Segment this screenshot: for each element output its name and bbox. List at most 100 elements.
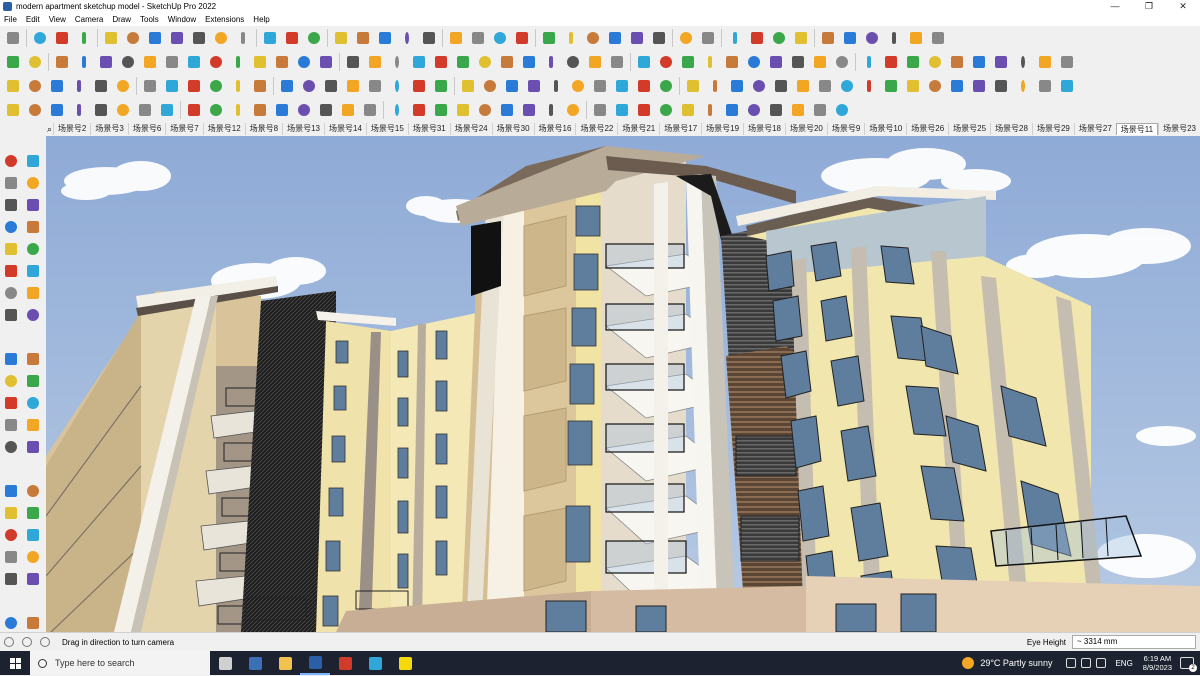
main-tool-icon[interactable]: [234, 29, 252, 47]
ext-tool-icon[interactable]: [723, 53, 741, 71]
plugin-tool-icon[interactable]: [728, 77, 746, 95]
modify-tool-icon[interactable]: [432, 101, 450, 119]
instructor-icon[interactable]: [40, 637, 50, 647]
move-icon[interactable]: [2, 350, 20, 368]
main-tool-icon[interactable]: [907, 29, 925, 47]
ext-tool-icon[interactable]: [388, 53, 406, 71]
modify-tool-icon[interactable]: [520, 101, 538, 119]
ext-tool-icon[interactable]: [432, 53, 450, 71]
main-tool-icon[interactable]: [4, 29, 22, 47]
modify-tool-icon[interactable]: [251, 101, 269, 119]
plugin-tool-icon[interactable]: [635, 77, 653, 95]
taskbar-app-calculator[interactable]: [240, 651, 270, 675]
tray-chevron-icon[interactable]: [1066, 658, 1077, 668]
ext-tool-icon[interactable]: [97, 53, 115, 71]
main-tool-icon[interactable]: [447, 29, 465, 47]
component-icon[interactable]: [2, 196, 20, 214]
ext-tool-icon[interactable]: [454, 53, 472, 71]
plugin-tool-icon[interactable]: [229, 77, 247, 95]
plugin-tool-icon[interactable]: [926, 77, 944, 95]
scene-tab[interactable]: 场景号16: [533, 123, 576, 135]
ext-tool-icon[interactable]: [992, 53, 1010, 71]
plugin-tool-icon[interactable]: [706, 77, 724, 95]
main-tool-icon[interactable]: [748, 29, 766, 47]
network-icon[interactable]: [1081, 658, 1092, 668]
search-icon[interactable]: ⌕: [46, 124, 53, 135]
main-tool-icon[interactable]: [562, 29, 580, 47]
modify-tool-icon[interactable]: [339, 101, 357, 119]
modify-tool-icon[interactable]: [26, 101, 44, 119]
ext-tool-icon[interactable]: [811, 53, 829, 71]
modify-tool-icon[interactable]: [229, 101, 247, 119]
tape-icon[interactable]: [2, 416, 20, 434]
plugin-tool-icon[interactable]: [48, 77, 66, 95]
modify-tool-icon[interactable]: [591, 101, 609, 119]
main-tool-icon[interactable]: [699, 29, 717, 47]
modify-tool-icon[interactable]: [767, 101, 785, 119]
ext-tool-icon[interactable]: [564, 53, 582, 71]
plugin-tool-icon[interactable]: [1036, 77, 1054, 95]
model-viewport[interactable]: [46, 136, 1200, 632]
follow-me-icon[interactable]: [24, 372, 42, 390]
plugin-tool-icon[interactable]: [114, 77, 132, 95]
scene-tab[interactable]: 场景号10: [864, 123, 906, 135]
ext-tool-icon[interactable]: [498, 53, 516, 71]
scene-tab[interactable]: 场景号15: [365, 123, 408, 135]
menu-draw[interactable]: Draw: [112, 15, 131, 24]
ext-tool-icon[interactable]: [833, 53, 851, 71]
zoom-icon[interactable]: [2, 548, 20, 566]
main-tool-icon[interactable]: [863, 29, 881, 47]
scene-tab[interactable]: 场景号25: [948, 123, 990, 135]
plugin-tool-icon[interactable]: [794, 77, 812, 95]
plugin-tool-icon[interactable]: [992, 77, 1010, 95]
plugin-tool-icon[interactable]: [591, 77, 609, 95]
restore-button[interactable]: ❐: [1132, 0, 1166, 13]
plugin-tool-icon[interactable]: [251, 77, 269, 95]
volume-icon[interactable]: [1096, 658, 1107, 668]
modify-tool-icon[interactable]: [811, 101, 829, 119]
modify-tool-icon[interactable]: [185, 101, 203, 119]
plugin-tool-icon[interactable]: [838, 77, 856, 95]
plugin-tool-icon[interactable]: [503, 77, 521, 95]
taskbar-app-acrobat[interactable]: [330, 651, 360, 675]
menu-extensions[interactable]: Extensions: [205, 15, 244, 24]
modify-tool-icon[interactable]: [207, 101, 225, 119]
flip-icon[interactable]: [24, 394, 42, 412]
two-point-arc-icon[interactable]: [24, 306, 42, 324]
ext-tool-icon[interactable]: [229, 53, 247, 71]
modify-tool-icon[interactable]: [745, 101, 763, 119]
plugin-tool-icon[interactable]: [569, 77, 587, 95]
main-tool-icon[interactable]: [677, 29, 695, 47]
menu-file[interactable]: File: [4, 15, 17, 24]
main-tool-icon[interactable]: [469, 29, 487, 47]
menu-edit[interactable]: Edit: [26, 15, 40, 24]
ext-tool-icon[interactable]: [701, 53, 719, 71]
freehand-icon[interactable]: [24, 218, 42, 236]
main-tool-icon[interactable]: [420, 29, 438, 47]
ext-tool-icon[interactable]: [185, 53, 203, 71]
geo-location-icon[interactable]: [4, 637, 14, 647]
ext-tool-icon[interactable]: [476, 53, 494, 71]
plugin-tool-icon[interactable]: [388, 77, 406, 95]
scene-tab[interactable]: 场景号14: [324, 123, 366, 135]
modify-tool-icon[interactable]: [498, 101, 516, 119]
plugin-tool-icon[interactable]: [657, 77, 675, 95]
scene-tab[interactable]: 场景号19: [701, 123, 743, 135]
modify-tool-icon[interactable]: [723, 101, 741, 119]
scene-tab[interactable]: 场景号7: [165, 123, 202, 135]
scene-tab[interactable]: 场景号24: [449, 123, 492, 135]
rectangle-icon[interactable]: [2, 240, 20, 258]
modify-tool-icon[interactable]: [701, 101, 719, 119]
look-icon[interactable]: [24, 614, 42, 632]
plugin-tool-icon[interactable]: [547, 77, 565, 95]
pan-icon[interactable]: [2, 526, 20, 544]
modify-tool-icon[interactable]: [361, 101, 379, 119]
modify-tool-icon[interactable]: [136, 101, 154, 119]
main-tool-icon[interactable]: [606, 29, 624, 47]
modify-tool-icon[interactable]: [92, 101, 110, 119]
plugin-tool-icon[interactable]: [459, 77, 477, 95]
plugin-tool-icon[interactable]: [300, 77, 318, 95]
language-indicator[interactable]: ENG: [1115, 659, 1132, 668]
ext-tool-icon[interactable]: [970, 53, 988, 71]
ext-tool-icon[interactable]: [141, 53, 159, 71]
